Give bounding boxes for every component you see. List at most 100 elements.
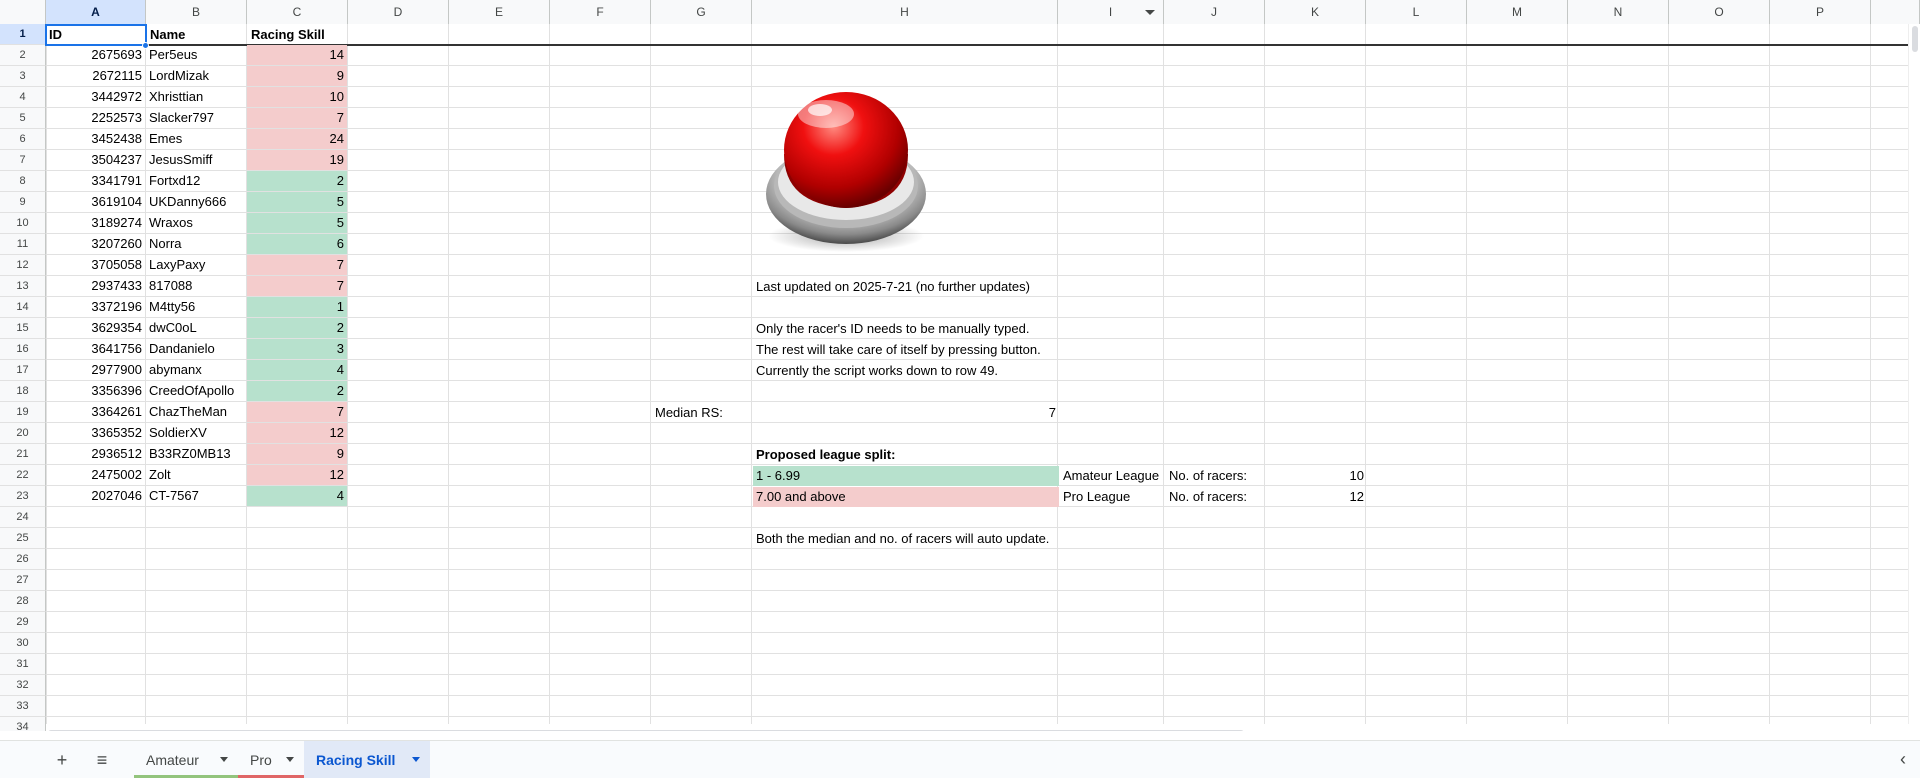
column-header-n[interactable]: N	[1568, 0, 1669, 24]
racer-skill-cell[interactable]: 2	[247, 318, 347, 338]
column-header-g[interactable]: G	[651, 0, 752, 24]
racer-skill-cell[interactable]: 2	[247, 171, 347, 191]
racer-id-cell[interactable]: 2672115	[46, 66, 145, 86]
row-header-33[interactable]: 33	[0, 696, 46, 717]
row-header-28[interactable]: 28	[0, 591, 46, 612]
racer-id-cell[interactable]: 3629354	[46, 318, 145, 338]
row-header-15[interactable]: 15	[0, 318, 46, 339]
racer-name-cell[interactable]: Fortxd12	[146, 171, 246, 191]
pro-league-label[interactable]: Pro League	[1060, 487, 1133, 507]
tab-racing-skill-caret-icon[interactable]	[412, 757, 420, 762]
vertical-scrollbar[interactable]	[1908, 24, 1920, 724]
racer-skill-cell[interactable]: 4	[247, 486, 347, 506]
tab-amateur-caret-icon[interactable]	[220, 757, 228, 762]
last-updated-note[interactable]: Last updated on 2025-7-21 (no further up…	[753, 277, 1033, 297]
tab-pro[interactable]: Pro	[238, 741, 304, 778]
racer-id-cell[interactable]: 3372196	[46, 297, 145, 317]
horizontal-scrollbar[interactable]	[46, 728, 1908, 731]
column-header-d[interactable]: D	[348, 0, 449, 24]
column-header-k[interactable]: K	[1265, 0, 1366, 24]
column-header-h[interactable]: H	[752, 0, 1058, 24]
row-header-4[interactable]: 4	[0, 87, 46, 108]
racer-name-cell[interactable]: Norra	[146, 234, 246, 254]
menu-icon[interactable]: ≡	[90, 749, 114, 771]
median-label[interactable]: Median RS:	[652, 403, 726, 423]
row-header-18[interactable]: 18	[0, 381, 46, 402]
racer-name-cell[interactable]: B33RZ0MB13	[146, 444, 246, 464]
racer-id-cell[interactable]: 3364261	[46, 402, 145, 422]
row-header-13[interactable]: 13	[0, 276, 46, 297]
split-title[interactable]: Proposed league split:	[753, 445, 898, 465]
row-header-21[interactable]: 21	[0, 444, 46, 465]
column-header-f[interactable]: F	[550, 0, 651, 24]
racer-name-cell[interactable]: Wraxos	[146, 213, 246, 233]
racer-name-cell[interactable]: ChazTheMan	[146, 402, 246, 422]
amateur-range-cell[interactable]: 1 - 6.99	[753, 466, 1059, 486]
pro-range-cell[interactable]: 7.00 and above	[753, 487, 1059, 507]
racer-skill-cell[interactable]: 7	[247, 402, 347, 422]
racer-id-cell[interactable]: 3189274	[46, 213, 145, 233]
column-header-l[interactable]: L	[1366, 0, 1467, 24]
row-header-6[interactable]: 6	[0, 129, 46, 150]
horizontal-scroll-thumb[interactable]	[48, 730, 1244, 731]
racer-skill-cell[interactable]: 7	[247, 276, 347, 296]
racer-skill-cell[interactable]: 2	[247, 381, 347, 401]
row-header-22[interactable]: 22	[0, 465, 46, 486]
column-header-c[interactable]: C	[247, 0, 348, 24]
racer-skill-cell[interactable]: 3	[247, 339, 347, 359]
amateur-count-label[interactable]: No. of racers:	[1166, 466, 1250, 486]
row-header-19[interactable]: 19	[0, 402, 46, 423]
racer-id-cell[interactable]: 2936512	[46, 444, 145, 464]
vertical-scroll-thumb[interactable]	[1912, 26, 1918, 52]
racer-id-cell[interactable]: 2475002	[46, 465, 145, 485]
racer-name-cell[interactable]: UKDanny666	[146, 192, 246, 212]
amateur-count-value[interactable]: 10	[1267, 466, 1367, 486]
racer-skill-cell[interactable]: 19	[247, 150, 347, 170]
racer-skill-cell[interactable]: 6	[247, 234, 347, 254]
row-header-12[interactable]: 12	[0, 255, 46, 276]
racer-id-cell[interactable]: 2027046	[46, 486, 145, 506]
row-header-1[interactable]: 1	[0, 24, 46, 45]
column-header-a[interactable]: A	[46, 0, 146, 24]
row-header-8[interactable]: 8	[0, 171, 46, 192]
tab-racing-skill[interactable]: Racing Skill	[304, 741, 430, 778]
chevron-left-icon[interactable]: ‹	[1900, 749, 1906, 770]
row-header-27[interactable]: 27	[0, 570, 46, 591]
racer-id-cell[interactable]: 3341791	[46, 171, 145, 191]
amateur-league-label[interactable]: Amateur League	[1060, 466, 1162, 486]
column-header-b[interactable]: B	[146, 0, 247, 24]
racer-skill-cell[interactable]: 7	[247, 255, 347, 275]
racer-name-cell[interactable]: SoldierXV	[146, 423, 246, 443]
pro-count-value[interactable]: 12	[1267, 487, 1367, 507]
column-header-o[interactable]: O	[1669, 0, 1770, 24]
tab-pro-caret-icon[interactable]	[286, 757, 294, 762]
plus-icon[interactable]: +	[50, 749, 74, 771]
column-header-m[interactable]: M	[1467, 0, 1568, 24]
racer-skill-cell[interactable]: 12	[247, 465, 347, 485]
racer-name-cell[interactable]: Per5eus	[146, 45, 246, 65]
row-header-30[interactable]: 30	[0, 633, 46, 654]
instruction-line-3[interactable]: Currently the script works down to row 4…	[753, 361, 1001, 381]
racer-name-cell[interactable]: LordMizak	[146, 66, 246, 86]
racer-id-cell[interactable]: 3705058	[46, 255, 145, 275]
row-header-23[interactable]: 23	[0, 486, 46, 507]
row-header-31[interactable]: 31	[0, 654, 46, 675]
median-value[interactable]: 7	[753, 403, 1059, 423]
racer-name-cell[interactable]: CreedOfApollo	[146, 381, 246, 401]
row-header-16[interactable]: 16	[0, 339, 46, 360]
racer-skill-cell[interactable]: 5	[247, 192, 347, 212]
racer-skill-cell[interactable]: 12	[247, 423, 347, 443]
racer-name-cell[interactable]: Slacker797	[146, 108, 246, 128]
racer-id-cell[interactable]: 2977900	[46, 360, 145, 380]
column-header-j[interactable]: J	[1164, 0, 1265, 24]
column-header-e[interactable]: E	[449, 0, 550, 24]
racer-id-cell[interactable]: 3207260	[46, 234, 145, 254]
column-header-partial[interactable]	[1871, 0, 1920, 24]
racer-id-cell[interactable]: 3365352	[46, 423, 145, 443]
row-header-34[interactable]: 34	[0, 717, 46, 731]
header-racing-skill[interactable]: Racing Skill	[248, 25, 348, 45]
scroll-left-arrow-icon[interactable]: ‹	[1882, 729, 1885, 732]
racer-name-cell[interactable]: CT-7567	[146, 486, 246, 506]
racer-skill-cell[interactable]: 24	[247, 129, 347, 149]
racer-skill-cell[interactable]: 14	[247, 45, 347, 65]
